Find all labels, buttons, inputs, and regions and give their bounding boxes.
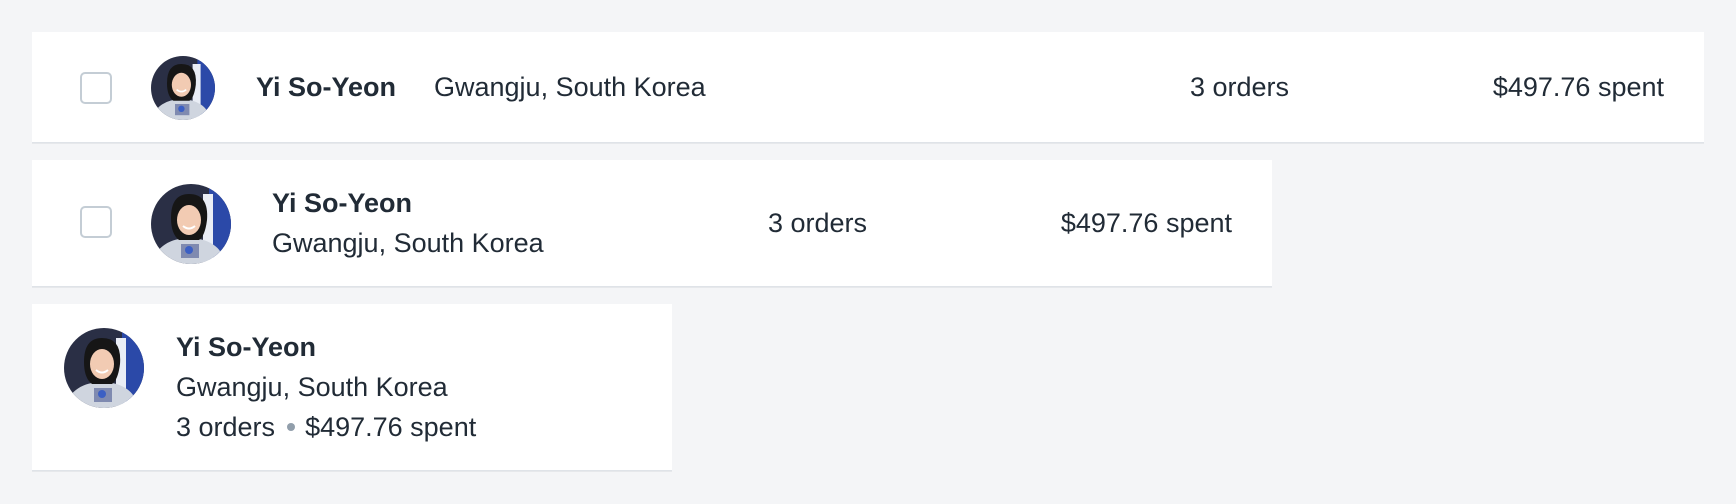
order-count: 3 orders [768,208,868,238]
orders-and-spent: 3 orders $497.76 spent [176,412,476,443]
customer-location: Gwangju, South Korea [272,228,544,258]
customer-location: Gwangju, South Korea [434,72,706,102]
order-count: 3 orders [1190,72,1290,102]
avatar-photo-icon [151,184,231,264]
amount-spent: $497.76 spent [1492,72,1664,102]
separator-dot [287,422,296,431]
customer-row-compact[interactable]: Yi So-Yeon Gwangju, South Korea 3 orders… [32,304,672,470]
customer-avatar [64,328,144,408]
amount-spent: $497.76 spent [305,412,477,442]
select-checkbox[interactable] [80,72,112,104]
customer-location: Gwangju, South Korea [176,372,448,402]
customer-avatar [151,184,231,264]
amount-spent: $497.76 spent [1060,208,1232,238]
customer-avatar [151,56,215,120]
customer-name: Yi So-Yeon [272,188,413,218]
avatar-photo-icon [64,328,144,408]
avatar-photo-icon [151,56,215,120]
customer-row-medium[interactable]: Yi So-Yeon Gwangju, South Korea 3 orders… [32,160,1272,286]
customer-row-wide[interactable]: Yi So-Yeon Gwangju, South Korea 3 orders… [32,32,1704,142]
select-checkbox[interactable] [80,206,112,238]
customer-name: Yi So-Yeon [176,332,317,362]
customer-name: Yi So-Yeon [256,72,397,102]
order-count: 3 orders [176,412,276,442]
